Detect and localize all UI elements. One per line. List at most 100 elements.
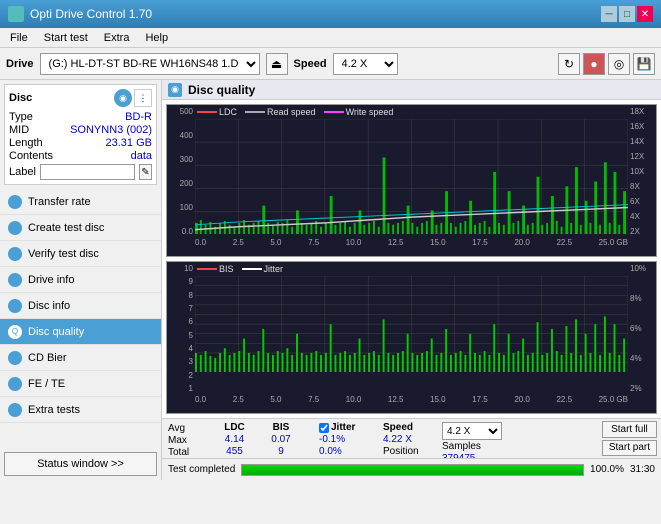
length-label: Length bbox=[9, 137, 43, 149]
time-elapsed: 31:30 bbox=[630, 464, 655, 475]
progress-fill bbox=[242, 465, 583, 475]
max-label: Max bbox=[168, 435, 208, 446]
chart2-y-axis-right: 10% 8% 6% 4% 2% bbox=[628, 262, 656, 395]
extra-tests-icon: E bbox=[8, 403, 22, 417]
eject-button[interactable]: ⏏ bbox=[266, 53, 288, 75]
position-label: Position bbox=[383, 446, 438, 457]
menu-start-test[interactable]: Start test bbox=[38, 31, 94, 45]
nav-items: ► Transfer rate + Create test disc ✓ Ver… bbox=[0, 189, 161, 448]
chart1-legend: LDC Read speed Write speed bbox=[197, 107, 393, 117]
speed-select[interactable]: 4.2 X bbox=[333, 53, 398, 75]
verify-test-disc-icon: ✓ bbox=[8, 247, 22, 261]
disc-quality-header: ◉ Disc quality bbox=[162, 80, 661, 100]
menu-extra[interactable]: Extra bbox=[98, 31, 136, 45]
nav-item-extra-tests[interactable]: E Extra tests bbox=[0, 397, 161, 423]
nav-item-transfer-rate[interactable]: ► Transfer rate bbox=[0, 189, 161, 215]
maximize-button[interactable]: □ bbox=[619, 6, 635, 22]
ldc-legend: LDC bbox=[197, 107, 237, 117]
max-jitter: 0.0% bbox=[319, 446, 379, 457]
nav-item-disc-info[interactable]: i Disc info bbox=[0, 293, 161, 319]
drive-select[interactable]: (G:) HL-DT-ST BD-RE WH16NS48 1.D3 bbox=[40, 53, 260, 75]
sidebar: Disc ◉ ⋮ Type BD-R MID SONYNN3 (002) Len… bbox=[0, 80, 162, 480]
jitter-checkbox[interactable] bbox=[319, 423, 329, 433]
window-controls: ─ □ ✕ bbox=[601, 6, 653, 22]
type-label: Type bbox=[9, 111, 33, 123]
transfer-rate-icon: ► bbox=[8, 195, 22, 209]
jitter-color bbox=[242, 268, 262, 270]
drivebar: Drive (G:) HL-DT-ST BD-RE WH16NS48 1.D3 … bbox=[0, 48, 661, 80]
refresh-button[interactable]: ↻ bbox=[558, 53, 580, 75]
label-edit-btn[interactable]: ✎ bbox=[139, 164, 152, 180]
menu-help[interactable]: Help bbox=[139, 31, 174, 45]
length-value: 23.31 GB bbox=[106, 137, 152, 149]
nav-item-disc-quality[interactable]: Q Disc quality bbox=[0, 319, 161, 345]
readspeed-color bbox=[245, 111, 265, 113]
close-button[interactable]: ✕ bbox=[637, 6, 653, 22]
disc-button1[interactable]: ● bbox=[583, 53, 605, 75]
progress-track bbox=[241, 464, 584, 476]
total-label: Total bbox=[168, 447, 208, 458]
ldc-chart: LDC Read speed Write speed 500 400 bbox=[166, 104, 657, 257]
chart1-svg bbox=[195, 119, 628, 234]
nav-item-cd-bier[interactable]: B CD Bier bbox=[0, 345, 161, 371]
chart2-x-axis: 0.0 2.5 5.0 7.5 10.0 12.5 15.0 17.5 20.0… bbox=[195, 395, 628, 413]
disc-panel: Disc ◉ ⋮ Type BD-R MID SONYNN3 (002) Len… bbox=[4, 84, 157, 185]
start-part-button[interactable]: Start part bbox=[602, 440, 657, 457]
menu-file[interactable]: File bbox=[4, 31, 34, 45]
ldc-header: LDC bbox=[212, 422, 257, 433]
chart2-y-axis-left: 10 9 8 7 6 5 4 3 2 1 bbox=[167, 262, 195, 395]
create-test-disc-icon: + bbox=[8, 221, 22, 235]
readspeed-legend: Read speed bbox=[245, 107, 316, 117]
save-button[interactable]: 💾 bbox=[633, 53, 655, 75]
avg-label: Avg bbox=[168, 423, 208, 434]
menubar: File Start test Extra Help bbox=[0, 28, 661, 48]
contents-value: data bbox=[131, 150, 152, 162]
max-ldc: 455 bbox=[212, 446, 257, 457]
titlebar: Opti Drive Control 1.70 ─ □ ✕ bbox=[0, 0, 661, 28]
chart1-y-axis-right: 18X 16X 14X 12X 10X 8X 6X 4X 2X bbox=[628, 105, 656, 238]
chart1-y-axis-left: 500 400 300 200 100 0.0 bbox=[167, 105, 195, 238]
bis-header: BIS bbox=[261, 422, 301, 433]
stats-section: Avg Max Total LDC 4.14 455 1580351 BIS 0… bbox=[162, 419, 598, 458]
chart2-legend: BIS Jitter bbox=[197, 264, 283, 274]
label-input[interactable] bbox=[40, 164, 135, 180]
speed-label: Speed bbox=[294, 58, 327, 70]
label-label: Label bbox=[9, 166, 36, 178]
status-window-button[interactable]: Status window >> bbox=[4, 452, 157, 476]
avg-jitter: -0.1% bbox=[319, 434, 379, 445]
speed-value: 4.22 X bbox=[383, 434, 438, 445]
disc-info-icon: i bbox=[8, 299, 22, 313]
start-full-button[interactable]: Start full bbox=[602, 421, 657, 438]
writespeed-color bbox=[324, 111, 344, 113]
max-bis: 9 bbox=[261, 446, 301, 457]
jitter-header: Jitter bbox=[331, 422, 355, 433]
drive-label: Drive bbox=[6, 58, 34, 70]
bis-legend: BIS bbox=[197, 264, 234, 274]
minimize-button[interactable]: ─ bbox=[601, 6, 617, 22]
jitter-legend: Jitter bbox=[242, 264, 284, 274]
info-bar: Avg Max Total LDC 4.14 455 1580351 BIS 0… bbox=[162, 418, 661, 458]
disc-quality-title: Disc quality bbox=[188, 83, 255, 97]
mid-label: MID bbox=[9, 124, 29, 136]
chart1-x-axis: 0.0 2.5 5.0 7.5 10.0 12.5 15.0 17.5 20.0… bbox=[195, 238, 628, 256]
nav-item-verify-test-disc[interactable]: ✓ Verify test disc bbox=[0, 241, 161, 267]
progress-bar-container: Test completed 100.0% 31:30 bbox=[162, 458, 661, 480]
bis-color bbox=[197, 268, 217, 270]
nav-item-fe-te[interactable]: F FE / TE bbox=[0, 371, 161, 397]
disc-quality-icon: Q bbox=[8, 325, 22, 339]
ldc-color bbox=[197, 111, 217, 113]
nav-item-create-test-disc[interactable]: + Create test disc bbox=[0, 215, 161, 241]
fe-te-icon: F bbox=[8, 377, 22, 391]
mid-value: SONYNN3 (002) bbox=[70, 124, 152, 136]
progress-label: 100.0% bbox=[590, 464, 624, 475]
disc-panel-btn[interactable]: ⋮ bbox=[134, 89, 152, 107]
speed-stats-header: Speed bbox=[383, 422, 438, 433]
speed-select-stats[interactable]: 4.2 X bbox=[442, 422, 502, 440]
disc-button2[interactable]: ◎ bbox=[608, 53, 630, 75]
content-area: ◉ Disc quality LDC Read speed bbox=[162, 80, 661, 480]
cd-bier-icon: B bbox=[8, 351, 22, 365]
bis-chart: BIS Jitter 10 9 8 7 6 5 4 bbox=[166, 261, 657, 414]
nav-item-drive-info[interactable]: i Drive info bbox=[0, 267, 161, 293]
type-value: BD-R bbox=[125, 111, 152, 123]
drive-info-icon: i bbox=[8, 273, 22, 287]
